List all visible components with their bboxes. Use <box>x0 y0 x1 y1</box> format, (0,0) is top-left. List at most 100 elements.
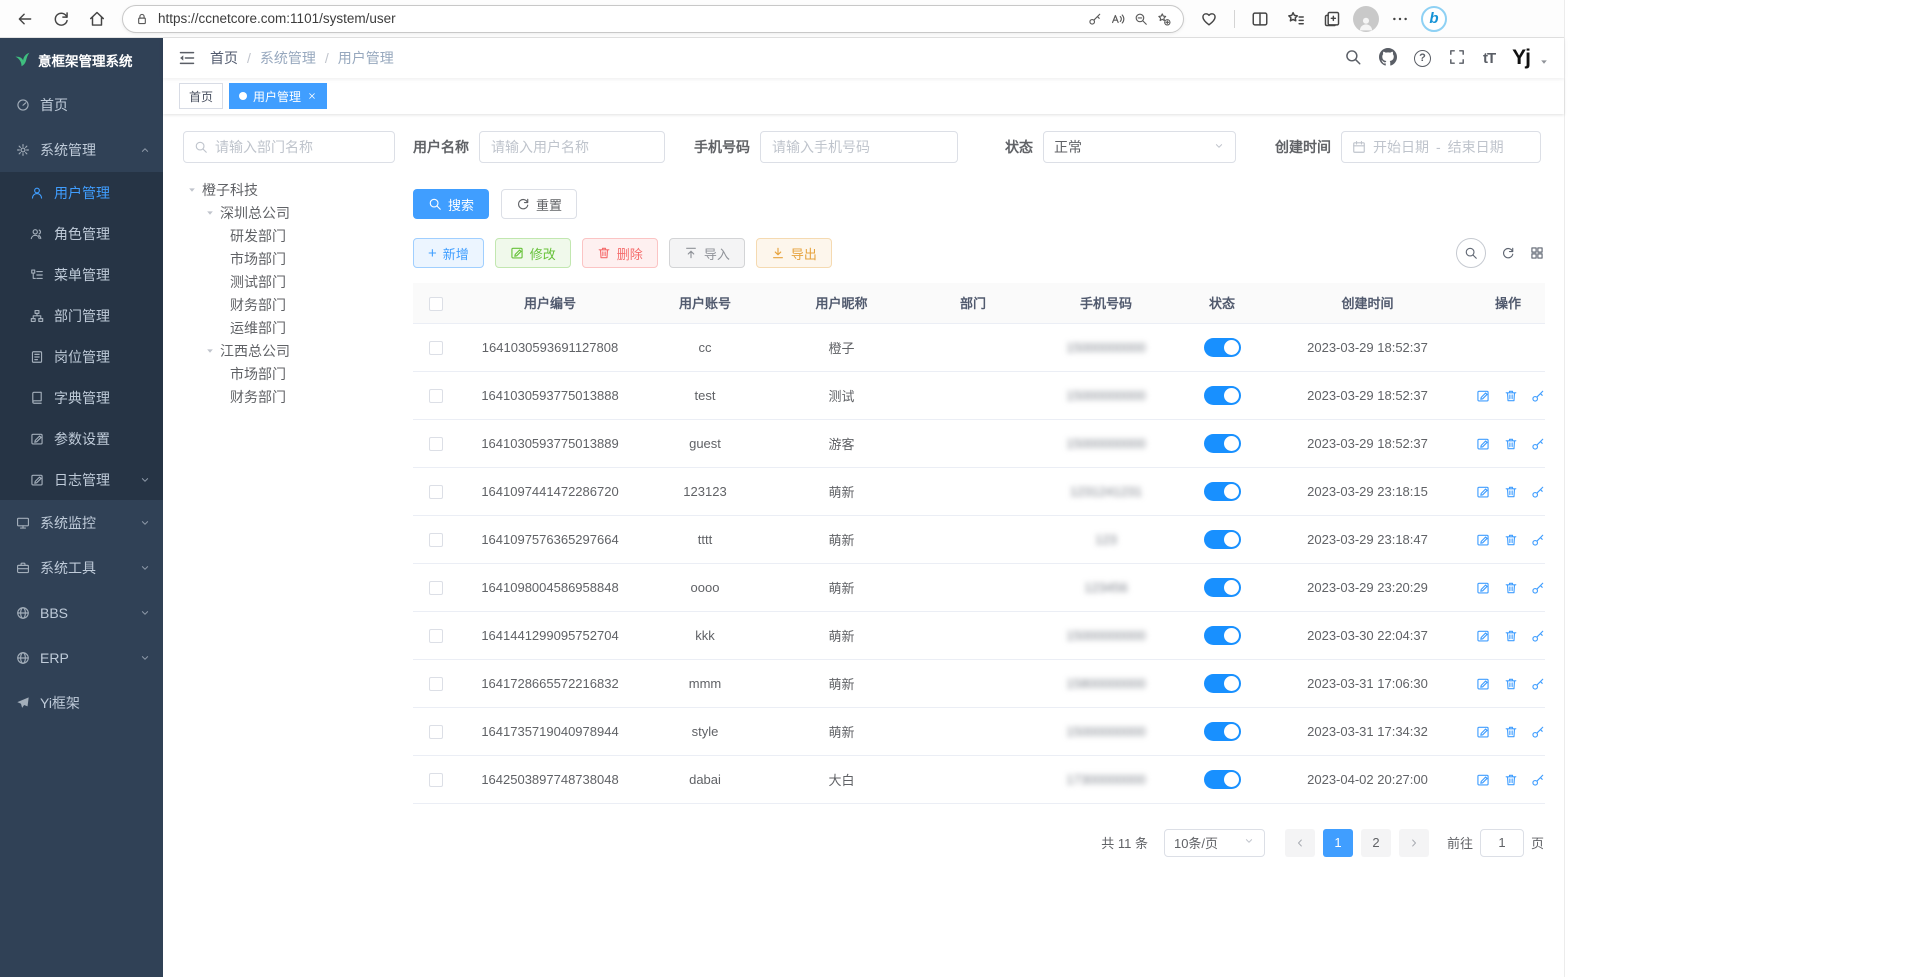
row-delete-icon[interactable] <box>1504 629 1518 643</box>
dept-search-input[interactable]: 请输入部门名称 <box>183 131 395 163</box>
row-reset-password-icon[interactable] <box>1531 581 1545 595</box>
status-toggle[interactable] <box>1204 434 1241 453</box>
column-settings-icon[interactable] <box>1530 246 1544 260</box>
avatar-caret-icon[interactable] <box>1539 54 1549 70</box>
sidebar-item[interactable]: Yi框架 <box>0 680 163 725</box>
row-reset-password-icon[interactable] <box>1531 629 1545 643</box>
sidebar-item[interactable]: 岗位管理 <box>0 336 163 377</box>
status-select[interactable]: 正常 <box>1043 131 1236 163</box>
toggle-search-icon[interactable] <box>1456 238 1486 268</box>
row-delete-icon[interactable] <box>1504 725 1518 739</box>
read-aloud-icon[interactable] <box>1111 12 1125 26</box>
row-edit-icon[interactable] <box>1476 629 1490 643</box>
help-icon[interactable]: ? <box>1414 50 1431 67</box>
tree-node[interactable]: 江西总公司 <box>183 339 395 362</box>
tree-node[interactable]: 财务部门 <box>183 293 395 316</box>
row-checkbox[interactable] <box>429 437 443 451</box>
tree-node[interactable]: 橙子科技 <box>183 178 395 201</box>
reload-icon[interactable] <box>46 4 76 34</box>
tab-user-management[interactable]: 用户管理 <box>229 83 327 109</box>
tree-node[interactable]: 市场部门 <box>183 247 395 270</box>
page-size-select[interactable]: 10条/页 <box>1164 829 1265 857</box>
sidebar-item[interactable]: 菜单管理 <box>0 254 163 295</box>
prev-page-button[interactable] <box>1285 829 1315 857</box>
page-button-2[interactable]: 2 <box>1361 829 1391 857</box>
caret-down-icon[interactable] <box>205 208 215 218</box>
status-toggle[interactable] <box>1204 482 1241 501</box>
user-avatar-logo[interactable]: Yj <box>1512 46 1530 70</box>
row-delete-icon[interactable] <box>1504 581 1518 595</box>
row-checkbox[interactable] <box>429 677 443 691</box>
row-delete-icon[interactable] <box>1504 773 1518 787</box>
caret-down-icon[interactable] <box>205 346 215 356</box>
row-checkbox[interactable] <box>429 725 443 739</box>
sidebar-item[interactable]: 角色管理 <box>0 213 163 254</box>
split-screen-icon[interactable] <box>1245 4 1275 34</box>
row-checkbox[interactable] <box>429 533 443 547</box>
profile-avatar[interactable] <box>1353 6 1379 32</box>
status-toggle[interactable] <box>1204 530 1241 549</box>
tree-node[interactable]: 财务部门 <box>183 385 395 408</box>
url-text[interactable]: https://ccnetcore.com:1101/system/user <box>158 11 1079 26</box>
row-reset-password-icon[interactable] <box>1531 677 1545 691</box>
breadcrumb-home[interactable]: 首页 <box>210 48 238 68</box>
github-icon[interactable] <box>1379 48 1397 69</box>
tree-node[interactable]: 深圳总公司 <box>183 201 395 224</box>
tree-node[interactable]: 市场部门 <box>183 362 395 385</box>
delete-button[interactable]: 删除 <box>582 238 658 268</box>
goto-page-input[interactable] <box>1480 829 1524 857</box>
header-search-icon[interactable] <box>1344 48 1362 69</box>
edit-button[interactable]: 修改 <box>495 238 571 268</box>
tree-node[interactable]: 研发部门 <box>183 224 395 247</box>
password-key-icon[interactable] <box>1088 12 1102 26</box>
tree-node[interactable]: 测试部门 <box>183 270 395 293</box>
date-range-picker[interactable]: 开始日期 - 结束日期 <box>1341 131 1541 163</box>
row-checkbox[interactable] <box>429 341 443 355</box>
status-toggle[interactable] <box>1204 674 1241 693</box>
row-edit-icon[interactable] <box>1476 485 1490 499</box>
tab-home[interactable]: 首页 <box>179 83 223 109</box>
copilot-icon[interactable]: b <box>1421 6 1447 32</box>
sidebar-item[interactable]: 日志管理 <box>0 459 163 500</box>
page-button-1[interactable]: 1 <box>1323 829 1353 857</box>
row-delete-icon[interactable] <box>1504 437 1518 451</box>
row-delete-icon[interactable] <box>1504 389 1518 403</box>
sidebar-item[interactable]: 系统监控 <box>0 500 163 545</box>
row-checkbox[interactable] <box>429 581 443 595</box>
zoom-out-icon[interactable] <box>1134 12 1148 26</box>
sidebar-item[interactable]: 系统工具 <box>0 545 163 590</box>
favorites-icon[interactable] <box>1281 4 1311 34</box>
tree-node[interactable]: 运维部门 <box>183 316 395 339</box>
sidebar-item[interactable]: ERP <box>0 635 163 680</box>
home-icon[interactable] <box>82 4 112 34</box>
username-input[interactable] <box>479 131 665 163</box>
sidebar-item[interactable]: 首页 <box>0 82 163 127</box>
status-toggle[interactable] <box>1204 386 1241 405</box>
sidebar-item[interactable]: 参数设置 <box>0 418 163 459</box>
row-reset-password-icon[interactable] <box>1531 389 1545 403</box>
address-bar[interactable]: https://ccnetcore.com:1101/system/user <box>122 5 1184 33</box>
collections-icon[interactable] <box>1317 4 1347 34</box>
reset-button[interactable]: 重置 <box>501 189 577 219</box>
row-edit-icon[interactable] <box>1476 725 1490 739</box>
sidebar-item[interactable]: BBS <box>0 590 163 635</box>
import-button[interactable]: 导入 <box>669 238 745 268</box>
status-toggle[interactable] <box>1204 770 1241 789</box>
export-button[interactable]: 导出 <box>756 238 832 268</box>
close-tab-icon[interactable] <box>307 91 317 101</box>
browser-essentials-icon[interactable] <box>1194 4 1224 34</box>
sidebar-item[interactable]: 字典管理 <box>0 377 163 418</box>
status-toggle[interactable] <box>1204 722 1241 741</box>
lock-icon[interactable] <box>135 12 149 26</box>
row-reset-password-icon[interactable] <box>1531 725 1545 739</box>
row-checkbox[interactable] <box>429 389 443 403</box>
phone-input[interactable] <box>760 131 958 163</box>
row-edit-icon[interactable] <box>1476 533 1490 547</box>
status-toggle[interactable] <box>1204 578 1241 597</box>
row-checkbox[interactable] <box>429 485 443 499</box>
row-edit-icon[interactable] <box>1476 437 1490 451</box>
status-toggle[interactable] <box>1204 338 1241 357</box>
caret-down-icon[interactable] <box>187 185 197 195</box>
menu-fold-icon[interactable] <box>178 49 196 67</box>
select-all-checkbox[interactable] <box>429 297 443 311</box>
